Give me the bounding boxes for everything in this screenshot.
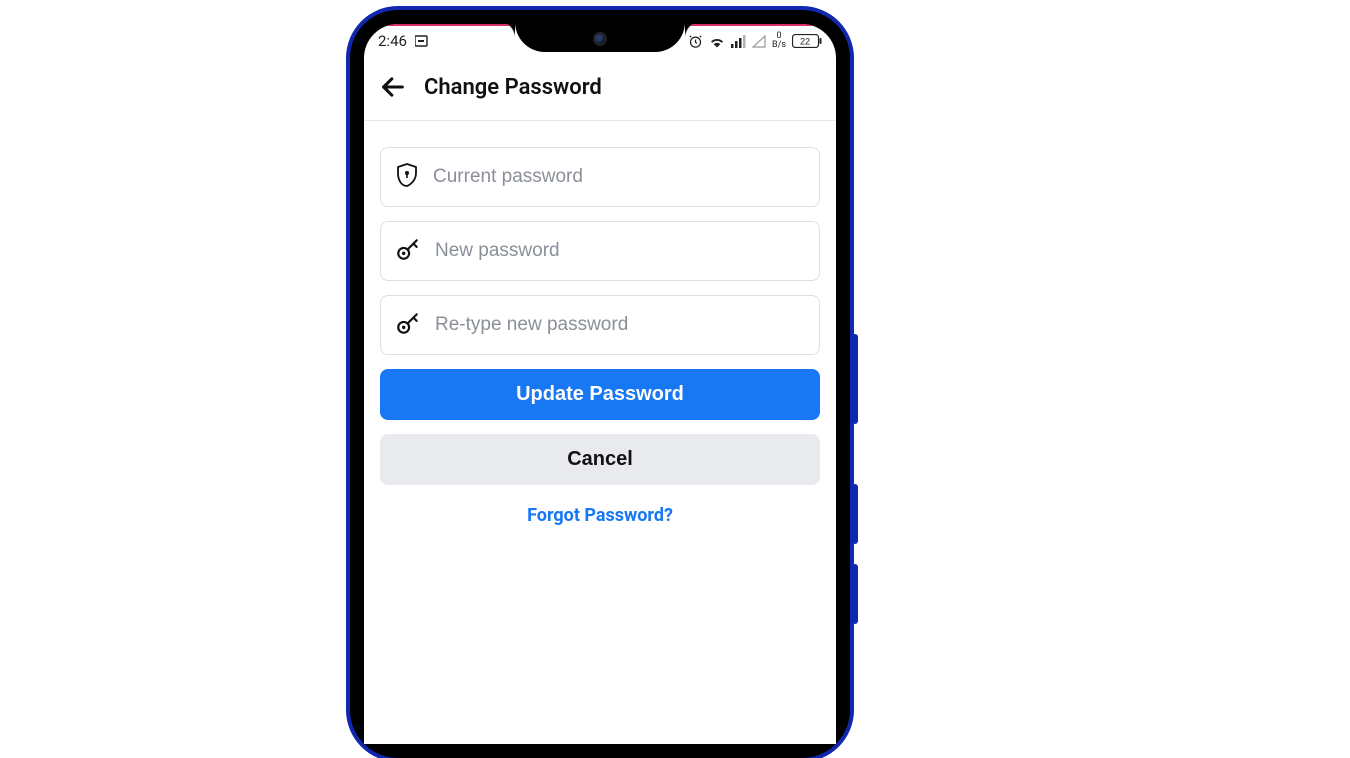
- page-title: Change Password: [424, 75, 602, 100]
- key-icon: [395, 310, 421, 340]
- update-password-button[interactable]: Update Password: [380, 369, 820, 420]
- cancel-button[interactable]: Cancel: [380, 434, 820, 485]
- back-button[interactable]: [378, 72, 408, 102]
- status-time: 2:46: [378, 32, 407, 50]
- wifi-icon: [709, 35, 725, 48]
- front-camera: [593, 32, 607, 46]
- change-password-form: Update Password Cancel Forgot Password?: [364, 121, 836, 526]
- current-password-field-wrap[interactable]: [380, 147, 820, 207]
- new-password-input[interactable]: [435, 240, 805, 262]
- signal-icon: [731, 35, 746, 48]
- battery-icon: 22: [792, 34, 822, 48]
- side-button: [852, 564, 858, 624]
- retype-password-field-wrap[interactable]: [380, 295, 820, 355]
- key-icon: [395, 236, 421, 266]
- new-password-field-wrap[interactable]: [380, 221, 820, 281]
- side-button: [852, 334, 858, 424]
- arrow-left-icon: [379, 73, 407, 101]
- side-button: [852, 484, 858, 544]
- current-password-input[interactable]: [433, 166, 805, 188]
- app-indicator-icon: [415, 34, 431, 48]
- retype-password-input[interactable]: [435, 314, 805, 336]
- phone-frame: 2:46 0 B/s: [350, 10, 850, 758]
- notch: [515, 24, 685, 52]
- battery-text: 22: [800, 37, 810, 47]
- signal-empty-icon: [752, 35, 766, 48]
- page-header: Change Password: [364, 54, 836, 121]
- data-rate: 0 B/s: [772, 32, 786, 50]
- forgot-password-link[interactable]: Forgot Password?: [380, 505, 820, 526]
- shield-lock-icon: [395, 162, 419, 192]
- screen: 2:46 0 B/s: [364, 24, 836, 744]
